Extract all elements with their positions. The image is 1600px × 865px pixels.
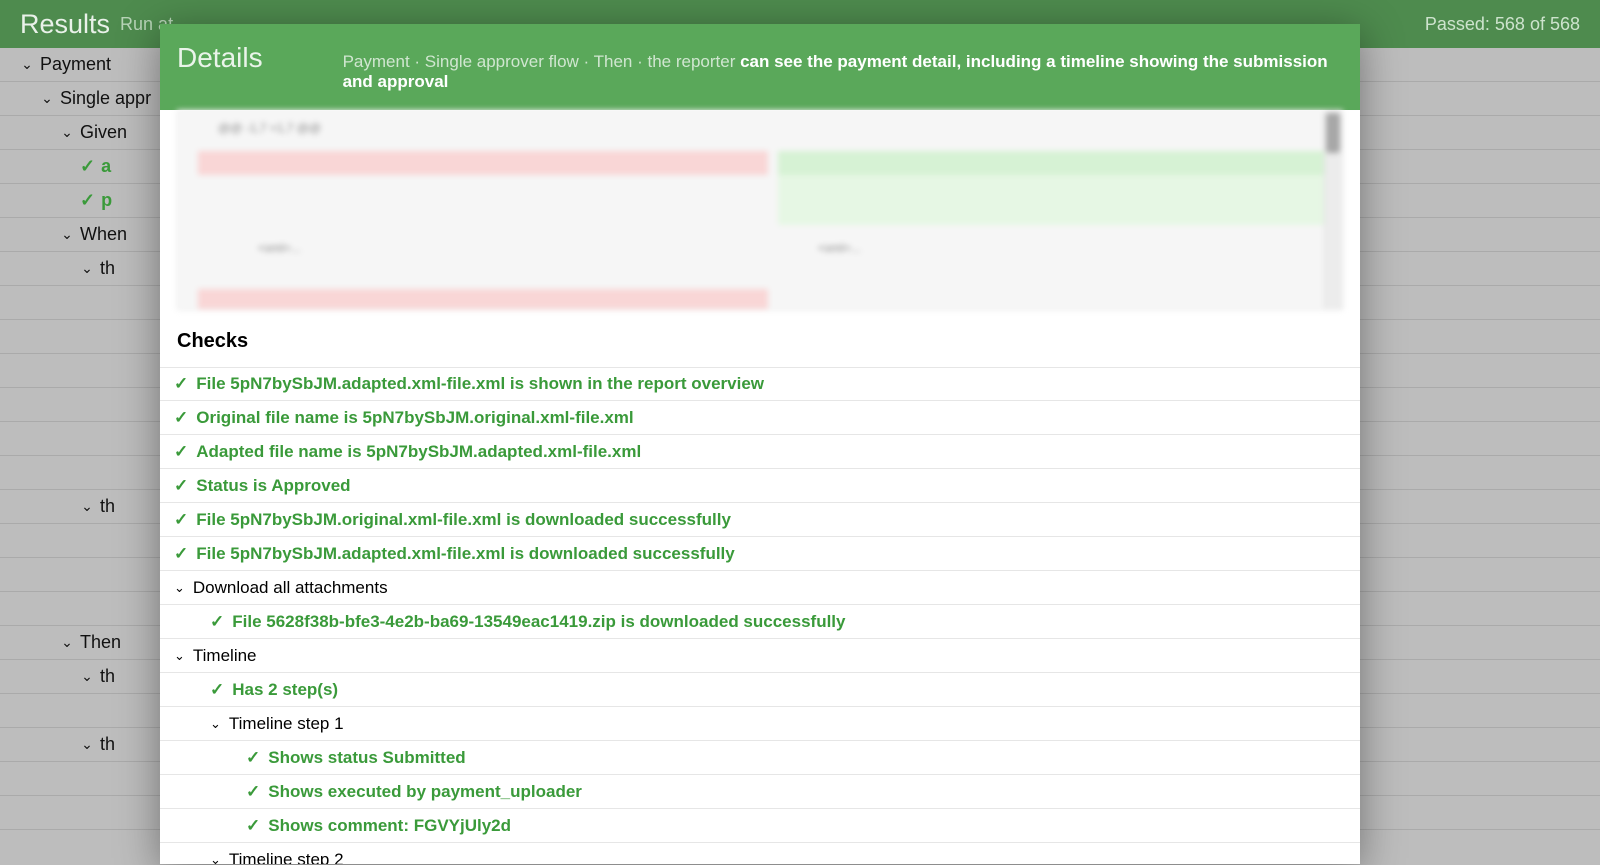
check-icon: ✓ — [80, 190, 95, 211]
check-icon: ✓ — [210, 680, 224, 700]
diff-added-line — [778, 151, 1338, 175]
chevron-down-icon: ⌄ — [60, 634, 74, 651]
check-label: File 5pN7bySbJM.original.xml-file.xml is… — [196, 510, 731, 530]
check-label: File 5pN7bySbJM.adapted.xml-file.xml is … — [196, 374, 764, 394]
chevron-down-icon: ⌄ — [40, 90, 54, 107]
check-pass-item[interactable]: ✓ File 5pN7bySbJM.original.xml-file.xml i… — [160, 503, 1360, 537]
check-label: Download all attachments — [193, 578, 388, 598]
check-icon: ✓ — [174, 476, 188, 496]
check-label: Timeline step 2 — [229, 850, 344, 865]
check-group-item[interactable]: ⌄ Timeline — [160, 639, 1360, 673]
page-title: Results — [20, 9, 110, 40]
check-icon: ✓ — [246, 782, 260, 802]
check-pass-item[interactable]: ✓ Shows executed by payment_uploader — [160, 775, 1360, 809]
details-modal: Details Payment · Single approver flow ·… — [160, 24, 1360, 864]
chevron-down-icon: ⌄ — [174, 648, 185, 664]
chevron-down-icon: ⌄ — [80, 260, 94, 277]
check-pass-item[interactable]: ✓ Original file name is 5pN7bySbJM.origin… — [160, 401, 1360, 435]
check-label: Original file name is 5pN7bySbJM.origina… — [196, 408, 633, 428]
chevron-down-icon: ⌄ — [20, 56, 34, 73]
check-label: File 5pN7bySbJM.adapted.xml-file.xml is … — [196, 544, 734, 564]
chevron-down-icon: ⌄ — [80, 736, 94, 753]
check-pass-item[interactable]: ✓ Status is Approved — [160, 469, 1360, 503]
tree-item-label: th — [100, 734, 115, 755]
details-header: Details Payment · Single approver flow ·… — [160, 24, 1360, 110]
check-icon: ✓ — [246, 748, 260, 768]
diff-scrollbar[interactable] — [1324, 111, 1342, 309]
chevron-down-icon: ⌄ — [60, 124, 74, 141]
check-pass-item[interactable]: ✓ Shows comment: FGVYjUly2d — [160, 809, 1360, 843]
tree-item-label: Payment — [40, 54, 111, 75]
breadcrumb: Payment · Single approver flow · Then · … — [343, 52, 1343, 92]
checks-list: ✓ File 5pN7bySbJM.adapted.xml-file.xml is… — [160, 367, 1360, 864]
details-title: Details — [177, 42, 263, 74]
tree-item-label: th — [100, 496, 115, 517]
tree-item-label: Given — [80, 122, 127, 143]
check-pass-item[interactable]: ✓ File 5pN7bySbJM.adapted.xml-file.xml is… — [160, 367, 1360, 401]
check-label: Shows comment: FGVYjUly2d — [268, 816, 511, 836]
breadcrumb-prefix: Payment · Single approver flow · Then · … — [343, 52, 740, 71]
check-label: Timeline step 1 — [229, 714, 344, 734]
tree-item-label: When — [80, 224, 127, 245]
check-pass-item[interactable]: ✓ File 5628f38b-bfe3-4e2b-ba69-13549eac14… — [160, 605, 1360, 639]
check-icon: ✓ — [210, 612, 224, 632]
check-label: Shows status Submitted — [268, 748, 465, 768]
diff-removed-line-2 — [198, 289, 768, 309]
check-group-item[interactable]: ⌄ Timeline step 2 — [160, 843, 1360, 864]
check-pass-item[interactable]: ✓ Shows status Submitted — [160, 741, 1360, 775]
check-label: File 5628f38b-bfe3-4e2b-ba69-13549eac141… — [232, 612, 845, 632]
check-group-item[interactable]: ⌄ Download all attachments — [160, 571, 1360, 605]
chevron-down-icon: ⌄ — [174, 580, 185, 596]
tree-item-label: Then — [80, 632, 121, 653]
pass-count: Passed: 568 of 568 — [1425, 14, 1580, 35]
check-icon: ✓ — [174, 510, 188, 530]
check-label: Status is Approved — [196, 476, 350, 496]
chevron-down-icon: ⌄ — [60, 226, 74, 243]
diff-added-block — [778, 175, 1338, 225]
tree-item-label: Single appr — [60, 88, 151, 109]
tree-item-label: th — [100, 258, 115, 279]
check-icon: ✓ — [174, 408, 188, 428]
check-icon: ✓ — [246, 816, 260, 836]
tree-item-label: th — [100, 666, 115, 687]
check-icon: ✓ — [174, 374, 188, 394]
check-label: Timeline — [193, 646, 257, 666]
tree-item-label: a — [101, 156, 111, 177]
check-pass-item[interactable]: ✓ File 5pN7bySbJM.adapted.xml-file.xml is… — [160, 537, 1360, 571]
check-group-item[interactable]: ⌄ Timeline step 1 — [160, 707, 1360, 741]
check-label: Shows executed by payment_uploader — [268, 782, 582, 802]
chevron-down-icon: ⌄ — [210, 716, 221, 732]
tree-item-label: p — [101, 190, 112, 211]
chevron-down-icon: ⌄ — [210, 852, 221, 865]
check-label: Adapted file name is 5pN7bySbJM.adapted.… — [196, 442, 641, 462]
chevron-down-icon: ⌄ — [80, 498, 94, 515]
check-icon: ✓ — [174, 442, 188, 462]
check-pass-item[interactable]: ✓ Has 2 step(s) — [160, 673, 1360, 707]
diff-scrollbar-thumb[interactable] — [1326, 113, 1340, 153]
check-icon: ✓ — [80, 156, 95, 177]
check-pass-item[interactable]: ✓ Adapted file name is 5pN7bySbJM.adapted… — [160, 435, 1360, 469]
diff-removed-line — [198, 151, 768, 175]
chevron-down-icon: ⌄ — [80, 668, 94, 685]
checks-heading: Checks — [160, 320, 1360, 367]
diff-viewer[interactable]: @@ -1,7 +1,7 @@ <xml>... <xml>... — [177, 110, 1343, 310]
check-icon: ✓ — [174, 544, 188, 564]
check-label: Has 2 step(s) — [232, 680, 338, 700]
